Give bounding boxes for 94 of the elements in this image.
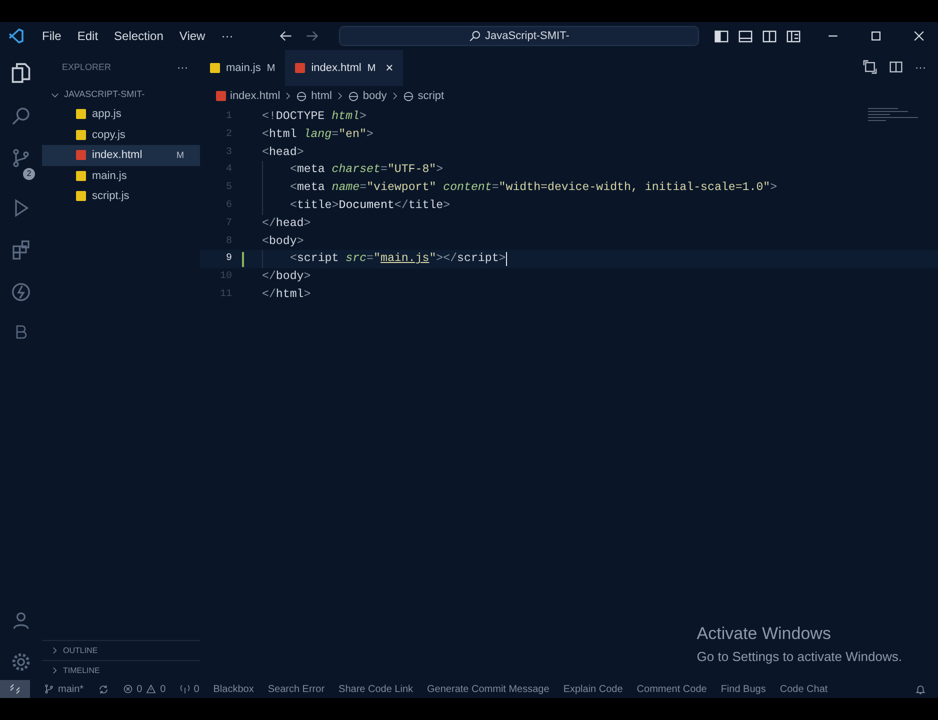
status-bar-item[interactable]: Search Error (268, 682, 325, 696)
lightning-circle-icon[interactable] (11, 282, 31, 302)
chevron-right-icon (390, 92, 399, 100)
sync-icon[interactable] (98, 684, 109, 694)
status-bar-item[interactable]: Generate Commit Message (427, 682, 550, 696)
toggle-sidebar-icon[interactable] (714, 28, 729, 44)
settings-icon[interactable] (11, 652, 31, 672)
compare-changes-icon[interactable] (863, 60, 877, 76)
customize-layout-icon[interactable] (786, 28, 801, 44)
close-tab-button[interactable]: × (386, 58, 394, 78)
command-search-field[interactable]: JavaScript-SMIT- (339, 26, 700, 46)
code-line: <html lang="en"> (262, 126, 374, 143)
code-line: <meta charset="UTF-8"> (262, 161, 444, 180)
element-icon (402, 90, 414, 102)
back-arrow-icon[interactable] (279, 29, 294, 43)
menu-item[interactable]: File (36, 25, 68, 47)
code-line: <title>Document</title> (262, 196, 450, 215)
ports-button[interactable]: 0 (180, 682, 200, 696)
chevron-right-icon (284, 92, 292, 100)
js-file-icon (210, 63, 220, 73)
breadcrumb-item[interactable]: html (311, 88, 332, 104)
explorer-entry[interactable]: index.html M (42, 145, 200, 166)
toggle-panel-icon[interactable] (738, 28, 753, 44)
html-file-icon (216, 91, 226, 101)
html-file-icon (76, 150, 86, 160)
code-line: <meta name="viewport" content="width=device-width, initial-scale=1.0"> (262, 179, 778, 197)
search-icon (469, 30, 482, 42)
menu-item[interactable]: View (173, 25, 212, 47)
more-actions-button[interactable]: ··· (915, 60, 926, 76)
status-bar-item[interactable]: Comment Code (636, 682, 707, 696)
status-bar-item[interactable]: Share Code Link (338, 682, 414, 696)
code-line: <body> (262, 234, 304, 250)
js-file-icon (76, 109, 86, 120)
editor-tab[interactable]: index.html M × (285, 50, 404, 86)
editor-tab[interactable]: main.js M (200, 50, 286, 86)
code-line: <!DOCTYPE html> (262, 109, 366, 125)
explorer-entry[interactable]: script.js (42, 186, 200, 206)
breadcrumb-item[interactable]: index.html (230, 88, 280, 104)
element-icon (296, 90, 308, 102)
folder-row[interactable]: JAVASCRIPT-SMIT- (42, 86, 200, 104)
code-line: </body> (262, 269, 311, 286)
breadcrumb-item[interactable]: script (418, 88, 444, 104)
problems-button[interactable]: 0 0 (122, 682, 166, 696)
modified-label: M (266, 62, 276, 76)
activation-message: Go to Settings to activate Windows. (696, 648, 902, 666)
code-line: <head> (262, 144, 304, 161)
explorer-entry[interactable]: copy.js (42, 124, 200, 145)
menu-item[interactable]: Edit (71, 25, 104, 47)
explorer-entry[interactable]: app.js (42, 104, 200, 124)
antenna-icon (180, 684, 190, 694)
section-header[interactable]: OUTLINE (42, 640, 200, 660)
activation-title: Activate Windows (696, 623, 832, 645)
js-file-icon (76, 130, 86, 140)
menu-item[interactable]: ··· (215, 25, 240, 47)
modified-label: M (367, 62, 376, 76)
account-icon[interactable] (11, 610, 31, 630)
breadcrumb-item[interactable]: body (362, 88, 387, 104)
status-bar-item[interactable]: Code Chat (780, 682, 828, 696)
split-layout-icon[interactable] (762, 28, 777, 44)
notification-badge: 2 (23, 168, 35, 180)
vscode-logo-icon (8, 28, 24, 44)
warning-icon (146, 684, 156, 694)
text-cursor (506, 252, 507, 266)
line-number: 9 (226, 252, 232, 266)
status-bar-item[interactable]: Find Bugs (720, 682, 766, 696)
error-icon (122, 684, 133, 694)
remote-icon[interactable] (0, 680, 30, 698)
close-icon[interactable] (912, 29, 926, 43)
js-file-icon (76, 170, 86, 181)
search-icon[interactable] (11, 106, 31, 126)
branch-icon (44, 684, 54, 694)
status-bar-item[interactable]: Blackbox (213, 682, 254, 696)
html-file-icon (295, 63, 306, 73)
element-icon (348, 90, 359, 102)
more-actions-button[interactable]: ··· (177, 60, 188, 76)
forward-arrow-icon[interactable] (305, 29, 320, 43)
section-header[interactable]: TIMELINE (42, 660, 200, 680)
status-bar-item[interactable]: Explain Code (563, 682, 623, 696)
menu-item[interactable]: Selection (108, 25, 170, 47)
source-control-icon[interactable] (11, 148, 31, 168)
bell-icon[interactable] (915, 684, 926, 694)
extensions-icon[interactable] (11, 240, 31, 260)
explorer-title: EXPLORER (62, 61, 112, 74)
code-line: </head> (262, 216, 311, 232)
branch-button[interactable]: main* (44, 682, 84, 696)
minimap (868, 108, 918, 124)
files-icon[interactable] (10, 62, 32, 84)
js-file-icon (76, 191, 86, 202)
explorer-entry[interactable]: main.js (42, 166, 200, 186)
chevron-right-icon (336, 92, 344, 100)
maximize-icon[interactable] (869, 29, 883, 43)
code-line: <script src="main.js"></script> (262, 250, 507, 268)
modified-label: M (176, 148, 184, 162)
code-line: </html> (262, 286, 311, 303)
